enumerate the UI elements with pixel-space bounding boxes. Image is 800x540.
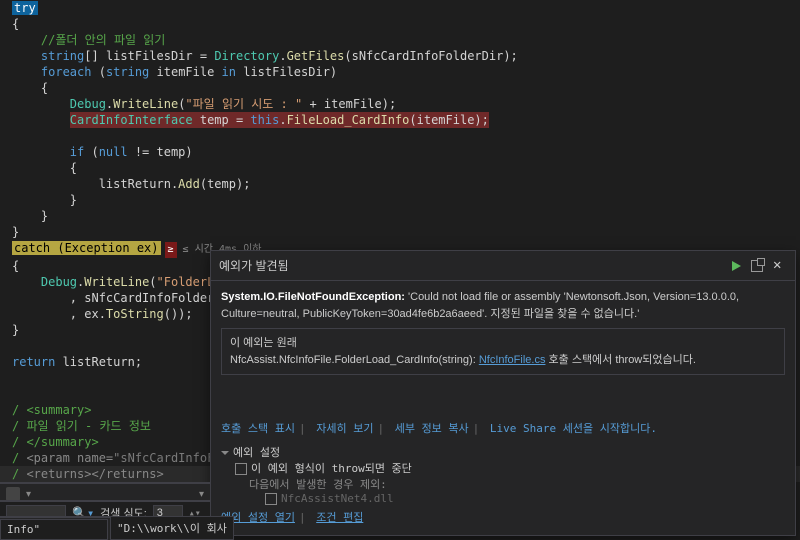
source-file-link[interactable]: NfcInfoFile.cs — [479, 354, 546, 366]
tool-icon[interactable] — [6, 487, 20, 501]
popup-action-links: 호출 스택 표시| 자세히 보기| 세부 정보 복사| Live Share 세… — [211, 416, 795, 440]
try-keyword: try — [12, 1, 38, 15]
copy-details-link[interactable]: 세부 정보 복사 — [395, 422, 469, 435]
path-cell: "D:\\work\\이 회사 — [110, 516, 234, 540]
brace: } — [0, 192, 800, 208]
dropdown-icon[interactable]: ▾ — [199, 489, 204, 500]
break-on-throw-checkbox[interactable] — [235, 463, 247, 475]
code-line: foreach (string itemFile in listFilesDir… — [0, 64, 800, 80]
exception-settings: 예외 설정 이 예외 형식이 throw되면 중단 다음에서 발생한 경우 제외… — [211, 440, 795, 535]
chevron-down-icon[interactable] — [221, 451, 229, 455]
info-cell: Info" — [0, 519, 108, 540]
blank-line — [0, 128, 800, 144]
break-on-throw-label: 이 예외 형식이 throw되면 중단 — [251, 462, 412, 475]
exception-message: System.IO.FileNotFoundException: 'Could … — [221, 289, 785, 322]
exception-origin-box: 이 예외는 원래 NfcAssist.NfcInfoFile.FolderLoa… — [221, 328, 785, 375]
code-line: if (null != temp) — [0, 144, 800, 160]
continue-icon[interactable] — [732, 261, 741, 271]
module-name: NfcAssistNet4.dll — [281, 492, 394, 505]
show-callstack-link[interactable]: 호출 스택 표시 — [221, 422, 295, 435]
liveshare-link[interactable]: Live Share 세션을 시작합니다. — [490, 422, 657, 435]
popup-header: 예외가 발견됨 ✕ — [211, 251, 795, 281]
code-line: listReturn.Add(temp); — [0, 176, 800, 192]
brace: } — [0, 224, 800, 240]
except-from-label: 다음에서 발생한 경우 제외: — [221, 476, 785, 492]
comment: //폴더 안의 파일 읽기 — [41, 33, 165, 47]
brace: } — [0, 208, 800, 224]
origin-detail: NfcAssist.NfcInfoFile.FolderLoad_CardInf… — [230, 352, 776, 369]
brace: { — [0, 160, 800, 176]
exception-popup: 예외가 발견됨 ✕ System.IO.FileNotFoundExceptio… — [210, 250, 796, 536]
code-line: string[] listFilesDir = Directory.GetFil… — [0, 48, 800, 64]
code-line: Debug.WriteLine("파일 읽기 시도 : " + itemFile… — [0, 96, 800, 112]
edit-conditions-link[interactable]: 조건 편집 — [316, 511, 363, 524]
brace: { — [0, 80, 800, 96]
settings-header: 예외 설정 — [233, 446, 280, 459]
brace: { — [0, 16, 800, 32]
breakpoint-badge: ≥ — [165, 242, 177, 258]
module-checkbox[interactable] — [265, 493, 277, 505]
view-details-link[interactable]: 자세히 보기 — [316, 422, 373, 435]
popout-icon[interactable] — [751, 260, 763, 272]
close-icon[interactable]: ✕ — [773, 259, 787, 273]
popup-title: 예외가 발견됨 — [219, 257, 732, 274]
exception-line: CardInfoInterface temp = this.FileLoad_C… — [0, 112, 800, 128]
chevron-down-icon[interactable]: ▾ — [26, 489, 31, 500]
origin-label: 이 예외는 원래 — [230, 335, 776, 352]
